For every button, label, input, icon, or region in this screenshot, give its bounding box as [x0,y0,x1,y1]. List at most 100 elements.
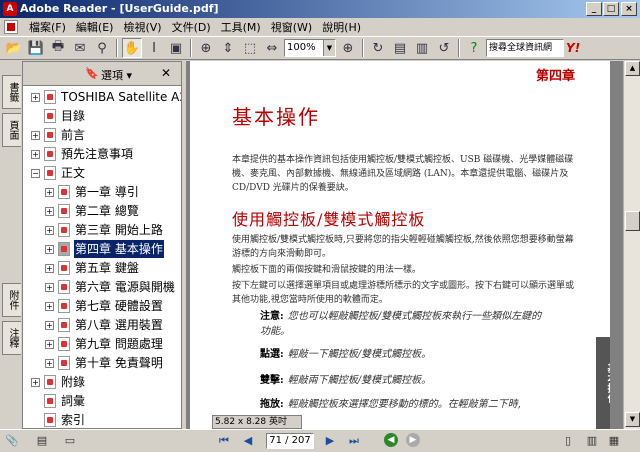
expand-toggle-icon[interactable]: + [45,282,54,292]
bookmark-label: 詞彙 [61,394,86,408]
next-page-icon[interactable]: ▶ [322,433,338,449]
tab-bookmarks[interactable]: 書籤 [2,75,21,109]
help-icon[interactable]: ? [464,38,484,58]
expand-toggle-icon[interactable]: + [45,320,54,330]
bookmark-item[interactable]: + 第九章 問題處理 [45,335,164,353]
expand-toggle-icon[interactable]: + [45,244,54,254]
expand-toggle-icon[interactable]: + [45,339,54,349]
menu-window[interactable]: 視窗(W) [266,19,317,35]
bookmark-item[interactable]: 目錄 [31,107,86,125]
bookmark-item[interactable]: + 第四章 基本操作 [45,240,164,258]
email-icon[interactable]: ✉ [70,38,90,58]
bookmark-item[interactable]: + 第八章 選用裝置 [45,316,164,334]
bookmark-page-icon [58,261,70,275]
continuous-page-icon[interactable]: ▥ [584,433,600,449]
expand-toggle-icon[interactable]: + [45,358,54,368]
expand-toggle-icon[interactable]: + [31,149,40,159]
bookmark-item[interactable]: + 前言 [31,126,86,144]
select-text-icon[interactable]: I [144,38,164,58]
toolbar-separator [362,39,364,57]
save-icon[interactable]: 💾 [26,38,46,58]
bookmark-item[interactable]: + 第二章 總覽 [45,202,140,220]
menu-tools[interactable]: 工具(M) [216,19,266,35]
bookmark-item[interactable]: 詞彙 [31,392,86,410]
scroll-up-icon[interactable]: ▲ [625,61,640,76]
continuous-icon[interactable]: ▥ [412,38,432,58]
menu-document[interactable]: 文件(D) [167,19,216,35]
expand-toggle-icon[interactable]: + [31,92,40,102]
zoom-dropdown-icon[interactable]: ▼ [323,40,335,56]
minimize-button[interactable]: _ [586,2,602,16]
menu-view[interactable]: 檢視(V) [118,19,166,35]
open-icon[interactable]: 📂 [4,38,24,58]
bookmark-item[interactable]: + 第十章 免責聲明 [45,354,164,372]
note-text: 您也可以輕敲觸控板/雙模式觸控板來執行一些類似左鍵的功能。 [260,311,542,337]
expand-toggle-icon[interactable]: − [31,168,40,178]
fullscreen-icon[interactable]: ▤ [390,38,410,58]
bookmark-item[interactable]: + 第七章 硬體設置 [45,297,164,315]
tab-attachments[interactable]: 附件 [2,283,21,317]
scroll-down-icon[interactable]: ▼ [625,412,640,427]
snapshot-icon[interactable]: ▣ [166,38,186,58]
print-icon[interactable]: 🖶 [48,38,68,58]
previous-page-icon[interactable]: ◀ [240,433,256,449]
expand-toggle-icon[interactable]: + [45,225,54,235]
window-title: Adobe Reader - [UserGuide.pdf] [20,2,219,15]
monitor-icon[interactable]: ▭ [62,433,78,449]
expand-toggle-icon[interactable]: + [45,187,54,197]
actual-size-icon[interactable]: ⇕ [218,38,238,58]
bookmark-item[interactable]: + 第一章 導引 [45,183,140,201]
fit-page-icon[interactable]: ⬚ [240,38,260,58]
menu-file[interactable]: 檔案(F) [24,19,71,35]
next-view-icon[interactable]: ▶ [406,433,420,447]
attachment-clip-icon[interactable]: 📎 [4,433,20,449]
rotate-left-icon[interactable]: ↺ [434,38,454,58]
bookmark-item[interactable]: + 第三章 開始上路 [45,221,164,239]
page-number-field[interactable]: 71 / 207 [266,433,314,449]
close-button[interactable]: × [621,2,637,16]
document-icon[interactable] [4,20,18,34]
expand-toggle-icon[interactable]: + [45,301,54,311]
previous-view-icon[interactable]: ◀ [384,433,398,447]
rotate-icon[interactable]: ↻ [368,38,388,58]
close-panel-icon[interactable]: ✕ [161,66,171,80]
single-page-icon[interactable]: ▯ [560,433,576,449]
bookmark-item[interactable]: + TOSHIBA Satellite A200 [31,88,181,106]
scroll-thumb[interactable] [625,211,640,231]
web-search-input[interactable]: 搜尋全球資訊網 [486,39,564,57]
search-binoculars-icon[interactable]: ⚲ [92,38,112,58]
facing-pages-icon[interactable]: ▦ [606,433,622,449]
bookmark-options-icon[interactable]: 🔖 [85,67,99,80]
bookmark-page-icon [58,337,70,351]
tab-comments[interactable]: 注釋 [2,321,21,355]
menu-edit[interactable]: 編輯(E) [71,19,119,35]
page-display-icon[interactable]: ▤ [34,433,50,449]
first-page-icon[interactable]: ⏮ [216,433,232,449]
document-view[interactable]: 第四章 基本操作 本章提供的基本操作資訊包括使用觸控板/雙模式觸控板、USB 磁… [186,61,640,429]
options-menu[interactable]: 選項 ▾ [101,67,132,83]
last-page-icon[interactable]: ⏭ [346,433,362,449]
zoom-plus-icon[interactable]: ⊕ [338,38,358,58]
hand-tool-icon[interactable]: ✋ [122,38,142,58]
expand-toggle-icon[interactable]: + [31,130,40,140]
bookmark-item[interactable]: + 附錄 [31,373,86,391]
tab-pages[interactable]: 頁面 [2,113,21,147]
bookmark-item[interactable]: + 第五章 鍵盤 [45,259,140,277]
zoom-select[interactable]: 100% ▼ [284,39,336,57]
maximize-button[interactable]: □ [603,2,619,16]
bookmark-page-icon [58,204,70,218]
expand-toggle-icon[interactable]: + [45,263,54,273]
menu-help[interactable]: 說明(H) [317,19,366,35]
bookmark-item[interactable]: − 正文 [31,164,86,182]
bookmark-item[interactable]: 索引 [31,411,86,428]
expand-toggle-icon[interactable]: + [45,206,54,216]
bookmark-page-icon [44,413,56,427]
fit-width-icon[interactable]: ⇔ [262,38,282,58]
bookmark-item[interactable]: + 預先注意事項 [31,145,134,163]
bookmark-item[interactable]: + 第六章 電源與開機 [45,278,176,296]
vertical-scrollbar[interactable]: ▲ ▼ [623,61,640,429]
zoom-in-icon[interactable]: ⊕ [196,38,216,58]
bookmark-label: 第六章 電源與開機 [75,280,175,294]
expand-toggle-icon[interactable]: + [31,377,40,387]
yahoo-icon[interactable]: Y! [566,41,580,55]
